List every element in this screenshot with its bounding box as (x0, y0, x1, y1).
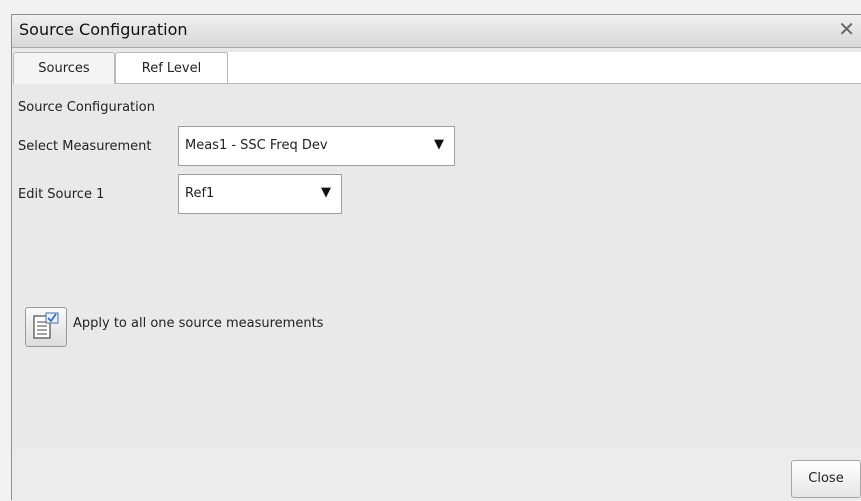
close-icon[interactable]: ✕ (838, 18, 855, 40)
dropdown-arrow-icon: ▼ (434, 137, 444, 152)
tab-ref-level[interactable]: Ref Level (115, 52, 228, 84)
apply-to-all-button[interactable] (25, 307, 67, 347)
edit-source-value: Ref1 (185, 186, 215, 201)
sources-panel: Source Configuration Select Measurement … (12, 84, 861, 450)
dialog-footer: Close (12, 449, 861, 501)
select-measurement-value: Meas1 - SSC Freq Dev (185, 138, 328, 153)
select-measurement-label: Select Measurement (18, 139, 152, 154)
dialog-title: Source Configuration (19, 20, 188, 39)
tab-strip: Sources Ref Level (12, 52, 861, 84)
tab-ref-level-label: Ref Level (141, 61, 202, 76)
source-configuration-dialog: Source Configuration ✕ Sources Ref Level… (11, 14, 861, 501)
edit-source-dropdown[interactable]: Ref1 ▼ (178, 174, 342, 214)
tab-strip-fill (228, 52, 861, 84)
dropdown-arrow-icon: ▼ (321, 185, 331, 200)
tab-sources-label: Sources (38, 61, 90, 76)
apply-to-all-icon (33, 312, 59, 339)
section-title: Source Configuration (18, 100, 155, 115)
apply-to-all-label: Apply to all one source measurements (73, 316, 324, 331)
edit-source-label: Edit Source 1 (18, 187, 105, 202)
title-bar: Source Configuration ✕ (12, 15, 861, 48)
close-button-label: Close (808, 471, 844, 486)
close-button[interactable]: Close (791, 460, 861, 498)
select-measurement-dropdown[interactable]: Meas1 - SSC Freq Dev ▼ (178, 126, 455, 166)
tab-sources[interactable]: Sources (13, 52, 115, 84)
